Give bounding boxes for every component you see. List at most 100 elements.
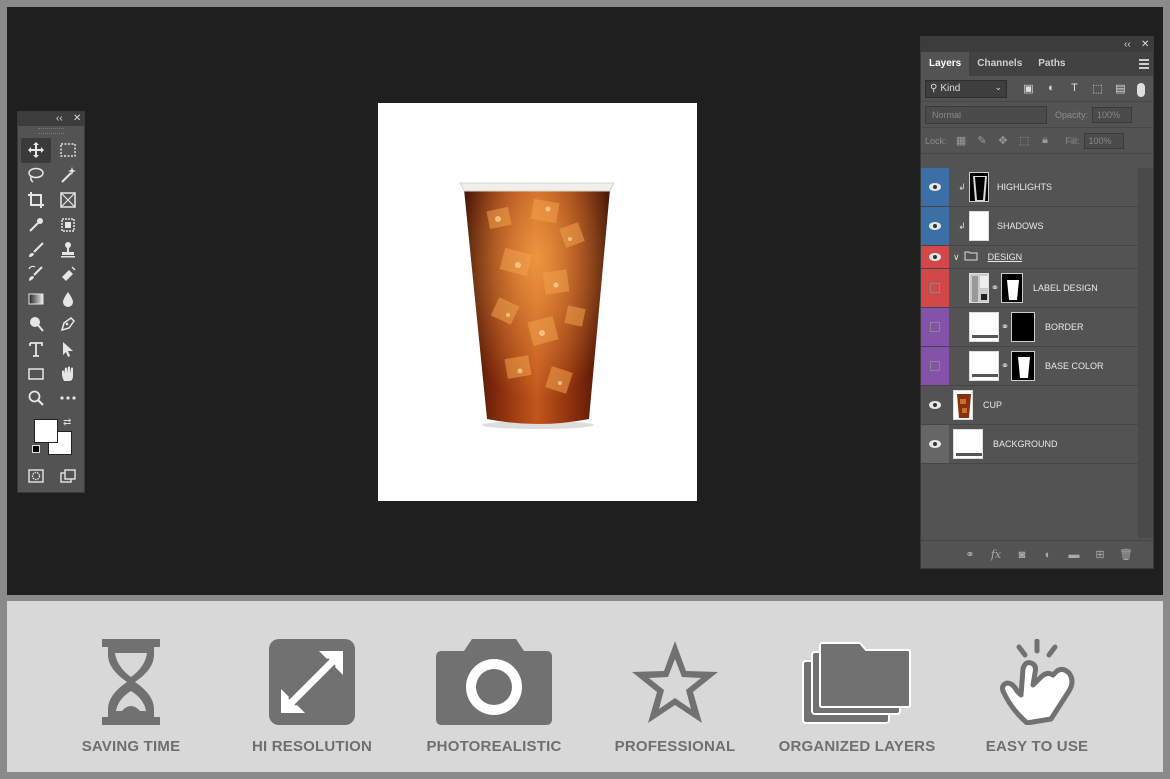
visibility-toggle[interactable]: [921, 246, 949, 268]
photoshop-workspace: ‹‹ ✕ ⇄ ‹‹ ✕ Layers Channels Paths ⚲ Kind…: [7, 7, 1163, 595]
chevron-down-icon[interactable]: ∨: [953, 252, 960, 263]
brush-icon: [29, 241, 44, 257]
dodge-tool[interactable]: [21, 312, 51, 337]
clone-stamp-tool[interactable]: [53, 237, 83, 262]
layer-label-design[interactable]: ⚭ LABEL DESIGN: [921, 269, 1139, 308]
layer-thumbnail: [953, 429, 983, 459]
visibility-toggle[interactable]: [921, 347, 949, 385]
layer-border[interactable]: ⚭ BORDER: [921, 308, 1139, 347]
layer-group-design[interactable]: ∨ DESIGN: [921, 246, 1139, 269]
lock-pixels-icon[interactable]: ✎: [972, 134, 993, 147]
rectangle-tool[interactable]: [21, 361, 51, 386]
lock-all-icon[interactable]: 🔒︎: [1035, 134, 1056, 147]
new-layer-icon[interactable]: ⊞: [1087, 548, 1113, 561]
zoom-tool[interactable]: [21, 386, 51, 411]
visibility-toggle[interactable]: [921, 386, 949, 424]
hidden-visibility-box: [930, 361, 940, 371]
layer-shadows[interactable]: ↲ SHADOWS: [921, 207, 1139, 246]
layers-panel-header[interactable]: ‹‹ ✕: [921, 37, 1153, 52]
fx-icon[interactable]: fx: [983, 548, 1009, 561]
pixel-filter-icon[interactable]: ▣: [1017, 82, 1040, 95]
layer-thumbnail: [969, 351, 999, 381]
swap-colors-icon[interactable]: ⇄: [63, 417, 71, 428]
link-icon[interactable]: ⚭: [989, 283, 1001, 294]
move-tool[interactable]: [21, 138, 51, 163]
collapse-icon[interactable]: ‹‹: [56, 112, 63, 126]
tools-panel-header[interactable]: ‹‹ ✕: [18, 112, 84, 126]
fill-field[interactable]: 100%: [1083, 132, 1124, 149]
pen-tool[interactable]: [53, 312, 83, 337]
tab-paths[interactable]: Paths: [1030, 52, 1073, 76]
mask-thumbnail: [1011, 351, 1035, 381]
visibility-toggle[interactable]: [921, 207, 949, 245]
visibility-toggle[interactable]: [921, 168, 949, 206]
smart-object-filter-icon[interactable]: ▤: [1109, 82, 1132, 95]
adjustment-filter-icon[interactable]: ◐: [1040, 82, 1063, 95]
tab-layers[interactable]: Layers: [921, 52, 970, 76]
visibility-toggle[interactable]: [921, 269, 949, 307]
mask-thumbnail: [1001, 273, 1023, 303]
visibility-toggle[interactable]: [921, 308, 949, 346]
layer-highlights[interactable]: ↲ HIGHLIGHTS: [921, 168, 1139, 207]
filter-toggle[interactable]: [1137, 83, 1145, 97]
filter-kind-select[interactable]: ⚲ Kind ⌄: [925, 79, 1007, 98]
lock-artboard-icon[interactable]: ⬚: [1014, 134, 1035, 147]
hidden-visibility-box: [930, 322, 940, 332]
feature-saving-time: SAVING TIME: [41, 601, 221, 772]
close-icon[interactable]: ✕: [73, 112, 81, 126]
frame-tool[interactable]: [53, 188, 83, 213]
type-tool[interactable]: [21, 336, 51, 361]
brush-tool[interactable]: [21, 237, 51, 262]
screen-mode-icon: [60, 469, 76, 483]
hand-tool[interactable]: [53, 361, 83, 386]
layer-cup[interactable]: CUP: [921, 386, 1139, 425]
more-tools[interactable]: [53, 386, 83, 411]
gradient-tool[interactable]: [21, 287, 51, 312]
quick-mask-button[interactable]: [21, 467, 51, 485]
new-group-icon[interactable]: ▬: [1061, 549, 1087, 561]
default-colors-icon[interactable]: [32, 444, 40, 453]
close-icon[interactable]: ✕: [1141, 37, 1149, 52]
magic-wand-tool[interactable]: [53, 163, 83, 188]
layers-scrollbar[interactable]: [1138, 168, 1153, 538]
blur-drop-icon: [63, 292, 73, 308]
filter-kind-value: Kind: [940, 83, 961, 94]
history-brush-tool[interactable]: [21, 262, 51, 287]
features-strip: SAVING TIME HI RESOLUTION PHOTOREALISTIC: [7, 601, 1163, 772]
add-mask-icon[interactable]: ◙: [1009, 549, 1035, 561]
type-filter-icon[interactable]: T: [1063, 82, 1086, 95]
lock-row: Lock: ▦ ✎ ✥ ⬚ 🔒︎ Fill: 100%: [921, 128, 1153, 154]
lock-transparency-icon[interactable]: ▦: [951, 134, 972, 147]
layer-background[interactable]: BACKGROUND: [921, 425, 1139, 464]
path-selection-tool[interactable]: [53, 336, 83, 361]
tab-channels[interactable]: Channels: [969, 52, 1030, 76]
visibility-toggle[interactable]: [921, 425, 949, 463]
screen-mode-button[interactable]: [53, 467, 83, 485]
filter-icons: ▣ ◐ T ⬚ ▤: [1017, 82, 1132, 95]
opacity-field[interactable]: 100%: [1092, 106, 1133, 123]
layer-name: CUP: [983, 400, 1003, 410]
document-canvas[interactable]: [378, 103, 697, 501]
link-layers-icon[interactable]: ⚭: [957, 548, 983, 561]
blur-tool[interactable]: [53, 287, 83, 312]
adjustment-layer-icon[interactable]: ◐: [1035, 549, 1061, 561]
chevron-down-icon: ⌄: [994, 81, 1002, 92]
panel-menu-icon[interactable]: [1139, 59, 1149, 69]
layer-thumbnail: [953, 390, 973, 420]
layer-base-color[interactable]: ⚭ BASE COLOR: [921, 347, 1139, 386]
eye-icon: [929, 222, 941, 230]
blend-mode-select[interactable]: Normal: [925, 105, 1047, 124]
crop-tool[interactable]: [21, 188, 51, 213]
foreground-color[interactable]: [34, 418, 58, 443]
eyedropper-tool[interactable]: [21, 212, 51, 237]
link-icon[interactable]: ⚭: [999, 361, 1011, 372]
shape-filter-icon[interactable]: ⬚: [1086, 82, 1109, 95]
link-icon[interactable]: ⚭: [999, 322, 1011, 333]
collapse-icon[interactable]: ‹‹: [1124, 37, 1131, 52]
object-selection-tool[interactable]: [53, 212, 83, 237]
lasso-tool[interactable]: [21, 163, 51, 188]
trash-icon[interactable]: 🗑︎: [1113, 548, 1139, 561]
rectangular-marquee-tool[interactable]: [53, 138, 83, 163]
eraser-tool[interactable]: [53, 262, 83, 287]
lock-position-icon[interactable]: ✥: [993, 134, 1014, 147]
